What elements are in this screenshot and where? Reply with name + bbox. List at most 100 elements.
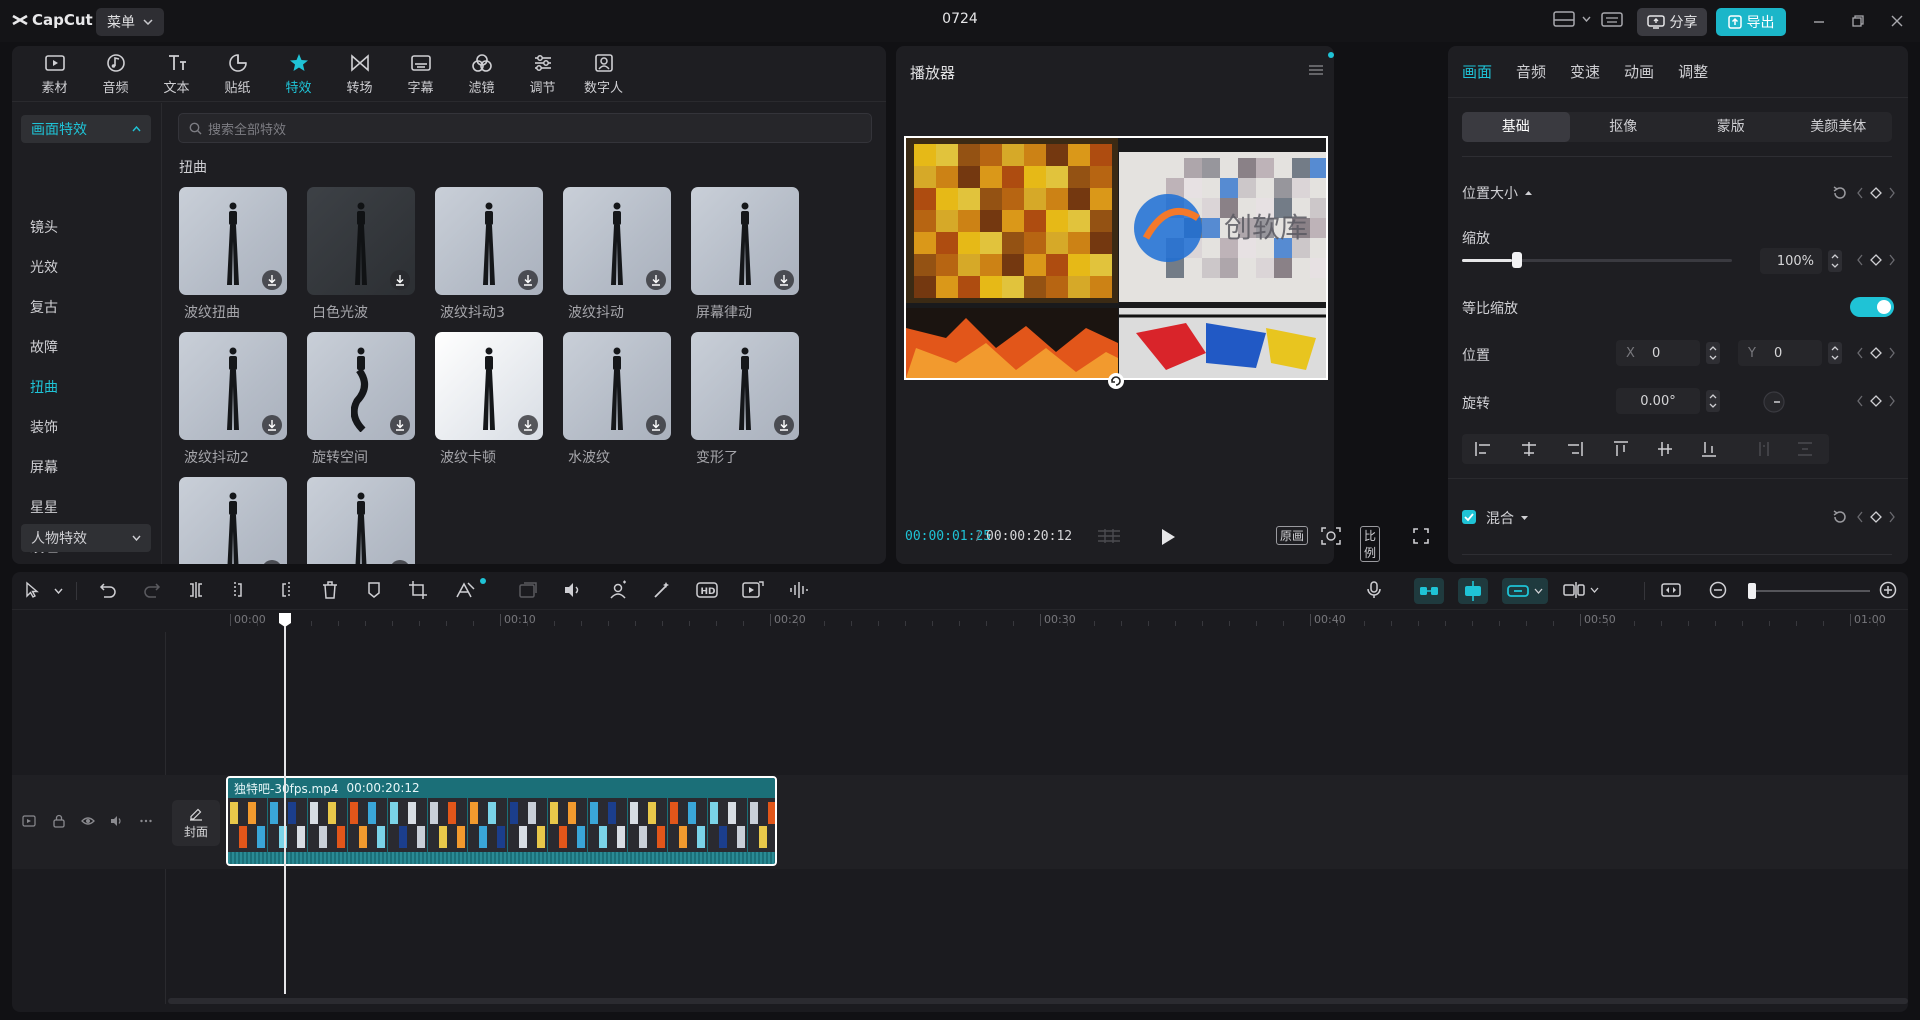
zoom-slider-knob[interactable] <box>1748 583 1756 599</box>
minimize-icon[interactable] <box>1812 14 1826 28</box>
shortcut-keyboard-icon[interactable] <box>1601 10 1623 28</box>
rotate-handle-icon[interactable] <box>1107 372 1125 390</box>
more-options-icon[interactable] <box>139 814 153 828</box>
download-button[interactable] <box>774 415 794 435</box>
scale-slider-knob[interactable] <box>1512 252 1522 268</box>
video-translate-icon[interactable] <box>742 580 764 600</box>
eye-icon[interactable] <box>81 814 95 828</box>
main-track-magnet-button[interactable] <box>1414 578 1444 604</box>
layout-dropdown-icon[interactable] <box>1582 16 1591 22</box>
split-left-icon[interactable] <box>230 580 250 600</box>
close-icon[interactable] <box>1890 14 1904 28</box>
effect-thumbnail[interactable] <box>691 187 799 295</box>
share-button[interactable]: 分享 <box>1637 8 1707 36</box>
beat-sync-icon[interactable] <box>788 580 808 600</box>
effect-thumbnail[interactable] <box>691 332 799 440</box>
scale-stepper-icon[interactable] <box>1828 250 1842 272</box>
linkage-button[interactable] <box>1502 578 1548 604</box>
rotate-value-field[interactable]: 0.00° <box>1616 388 1700 414</box>
download-button[interactable] <box>518 415 538 435</box>
auto-snap-button[interactable] <box>1458 578 1488 604</box>
layout-icon[interactable] <box>1553 10 1575 28</box>
zoom-slider-track[interactable] <box>1748 590 1870 592</box>
delete-icon[interactable] <box>320 580 340 600</box>
reset-icon[interactable] <box>1832 509 1848 525</box>
subtab-cutout[interactable]: 抠像 <box>1570 112 1678 142</box>
timeline-grid-icon[interactable] <box>1096 528 1122 544</box>
scale-value-field[interactable]: 100% <box>1760 248 1822 274</box>
blend-section[interactable]: 混合 <box>1486 508 1529 528</box>
crop-icon[interactable] <box>408 580 428 600</box>
player-menu-icon[interactable] <box>1308 64 1324 76</box>
menu-button[interactable]: 菜单 <box>96 8 164 36</box>
download-button[interactable] <box>262 560 282 564</box>
time-ruler[interactable]: 00:00 00:10 00:20 00:30 00:40 00:50 01:00 <box>12 610 1908 632</box>
effect-thumbnail[interactable] <box>307 477 415 564</box>
section-position-size[interactable]: 位置大小 <box>1462 183 1533 203</box>
aspect-ratio-button[interactable]: 比例 <box>1360 526 1381 562</box>
marker-icon[interactable] <box>364 580 384 600</box>
zoom-out-icon[interactable] <box>1708 580 1728 600</box>
keyframe-nav-icon[interactable] <box>1856 253 1896 267</box>
magic-wand-icon[interactable] <box>652 580 672 600</box>
timeline-scrollbar[interactable] <box>168 998 1908 1004</box>
reset-icon[interactable] <box>1832 185 1848 201</box>
track-cover-toggle-icon[interactable] <box>22 814 36 828</box>
download-button[interactable] <box>774 270 794 290</box>
video-preview[interactable]: 创软库 <box>904 136 1328 380</box>
lock-icon[interactable] <box>52 814 66 828</box>
position-x-stepper-icon[interactable] <box>1706 342 1720 364</box>
uniform-scale-toggle[interactable] <box>1850 297 1894 317</box>
export-button[interactable]: 导出 <box>1716 8 1786 36</box>
fit-screen-icon[interactable] <box>1321 527 1341 545</box>
effect-thumbnail[interactable] <box>563 332 671 440</box>
subtab-beauty[interactable]: 美颜美体 <box>1785 112 1893 142</box>
keyframe-nav-icon[interactable] <box>1856 346 1896 360</box>
subtab-mask[interactable]: 蒙版 <box>1677 112 1785 142</box>
keyframe-nav-icon[interactable] <box>1856 510 1896 524</box>
select-tool-icon[interactable] <box>22 580 42 600</box>
cover-button[interactable]: 封面 <box>172 800 220 846</box>
undo-icon[interactable] <box>98 580 118 600</box>
play-button[interactable] <box>1160 528 1176 546</box>
effect-thumbnail[interactable] <box>435 332 543 440</box>
hd-enhance-icon[interactable]: HD <box>696 580 718 600</box>
split-right-icon[interactable] <box>274 580 294 600</box>
effect-thumbnail[interactable] <box>179 477 287 564</box>
download-button[interactable] <box>262 270 282 290</box>
download-button[interactable] <box>646 415 666 435</box>
tab-audio-props[interactable]: 音频 <box>1516 61 1546 82</box>
fullscreen-icon[interactable] <box>1413 528 1429 544</box>
tab-video[interactable]: 画面 <box>1462 61 1492 82</box>
preview-axis-icon[interactable] <box>1562 580 1602 600</box>
keyframe-nav-icon[interactable] <box>1856 394 1896 408</box>
effect-thumbnail[interactable] <box>179 187 287 295</box>
audio-separate-icon[interactable] <box>562 580 582 600</box>
keyframe-nav-icon[interactable] <box>1856 186 1896 200</box>
freeze-frame-icon[interactable] <box>518 580 538 600</box>
original-quality-button[interactable]: 原画 <box>1276 526 1309 545</box>
download-button[interactable] <box>390 560 410 564</box>
download-button[interactable] <box>646 270 666 290</box>
select-dropdown-icon[interactable] <box>54 588 63 594</box>
position-y-stepper-icon[interactable] <box>1828 342 1842 364</box>
rotate-dial-icon[interactable] <box>1762 390 1786 414</box>
restore-icon[interactable] <box>1851 14 1865 28</box>
download-button[interactable] <box>518 270 538 290</box>
effect-thumbnail[interactable] <box>307 332 415 440</box>
redo-icon[interactable] <box>142 580 162 600</box>
position-y-field[interactable]: Y 0 <box>1738 340 1822 366</box>
download-button[interactable] <box>390 270 410 290</box>
effect-thumbnail[interactable] <box>435 187 543 295</box>
ai-adjust-icon[interactable] <box>454 580 476 600</box>
rotate-stepper-icon[interactable] <box>1706 390 1720 412</box>
smart-cutout-icon[interactable] <box>608 580 628 600</box>
tab-adjustment[interactable]: 调整 <box>1678 61 1708 82</box>
download-button[interactable] <box>390 415 410 435</box>
video-clip[interactable]: 独特吧-30fps.mp4 00:00:20:12 <box>226 776 777 866</box>
fit-timeline-icon[interactable] <box>1660 580 1682 600</box>
position-x-field[interactable]: X 0 <box>1616 340 1700 366</box>
microphone-icon[interactable] <box>1364 580 1384 600</box>
split-icon[interactable] <box>186 580 206 600</box>
effect-thumbnail[interactable] <box>563 187 671 295</box>
